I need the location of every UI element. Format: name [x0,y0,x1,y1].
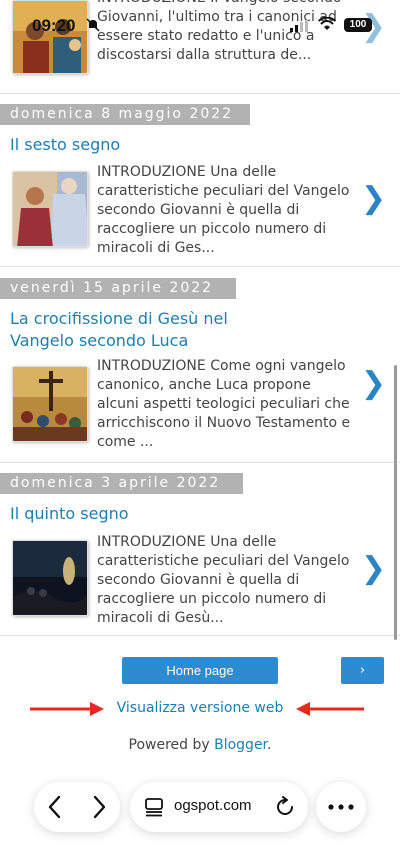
cellular-signal-icon [290,20,308,32]
status-bar: 09:20 100 [0,0,400,50]
battery-indicator: 100 [344,18,372,32]
post-thumbnail[interactable] [12,540,88,616]
powered-suffix: . [267,737,272,753]
more-dots-icon[interactable] [328,804,354,810]
post-divider [0,266,400,267]
post-snippet: INTRODUZIONE Come ogni vangelo canonico,… [97,358,351,450]
navigation-pill [34,782,120,832]
red-arrow-left-icon [296,702,364,716]
chevron-right-icon[interactable]: ❯ [361,369,386,399]
status-time: 09:20 [32,16,76,35]
reload-icon[interactable] [274,796,296,818]
address-bar[interactable]: ogspot.com [130,782,308,832]
home-page-button[interactable]: Home page [122,657,278,684]
more-options-button[interactable] [316,782,366,832]
chevron-right-icon[interactable]: ❯ [361,554,386,584]
next-page-button[interactable]: › [341,657,384,684]
powered-prefix: Powered by [128,737,215,753]
blogger-link[interactable]: Blogger [214,737,267,753]
post-divider [0,462,400,463]
scrollbar[interactable] [394,365,397,640]
url-text[interactable]: ogspot.com [174,797,252,814]
wifi-icon [318,17,336,30]
post-snippet: INTRODUZIONE Una delle caratteristiche p… [97,164,350,256]
post-date: venerdì 15 aprile 2022 [0,278,236,299]
post-date: domenica 3 aprile 2022 [0,473,243,494]
post-snippet: INTRODUZIONE Una delle caratteristiche p… [97,534,350,626]
post-divider [0,635,400,636]
post-thumbnail[interactable] [12,171,88,247]
post-title[interactable]: Il sesto segno [10,134,120,156]
post-title[interactable]: La crocifissione di Gesù nel Vangelo sec… [10,308,270,352]
back-arrow-icon[interactable] [46,795,64,819]
tab-overview-icon[interactable] [144,797,164,817]
forward-arrow-icon[interactable] [90,795,108,819]
post-title[interactable]: Il quinto segno [10,503,129,525]
post-date: domenica 8 maggio 2022 [0,104,250,125]
chevron-right-icon[interactable]: ❯ [361,184,386,214]
powered-by-text: Powered by Blogger. [0,737,400,753]
post-thumbnail[interactable] [12,366,88,442]
bell-off-icon [86,18,100,32]
